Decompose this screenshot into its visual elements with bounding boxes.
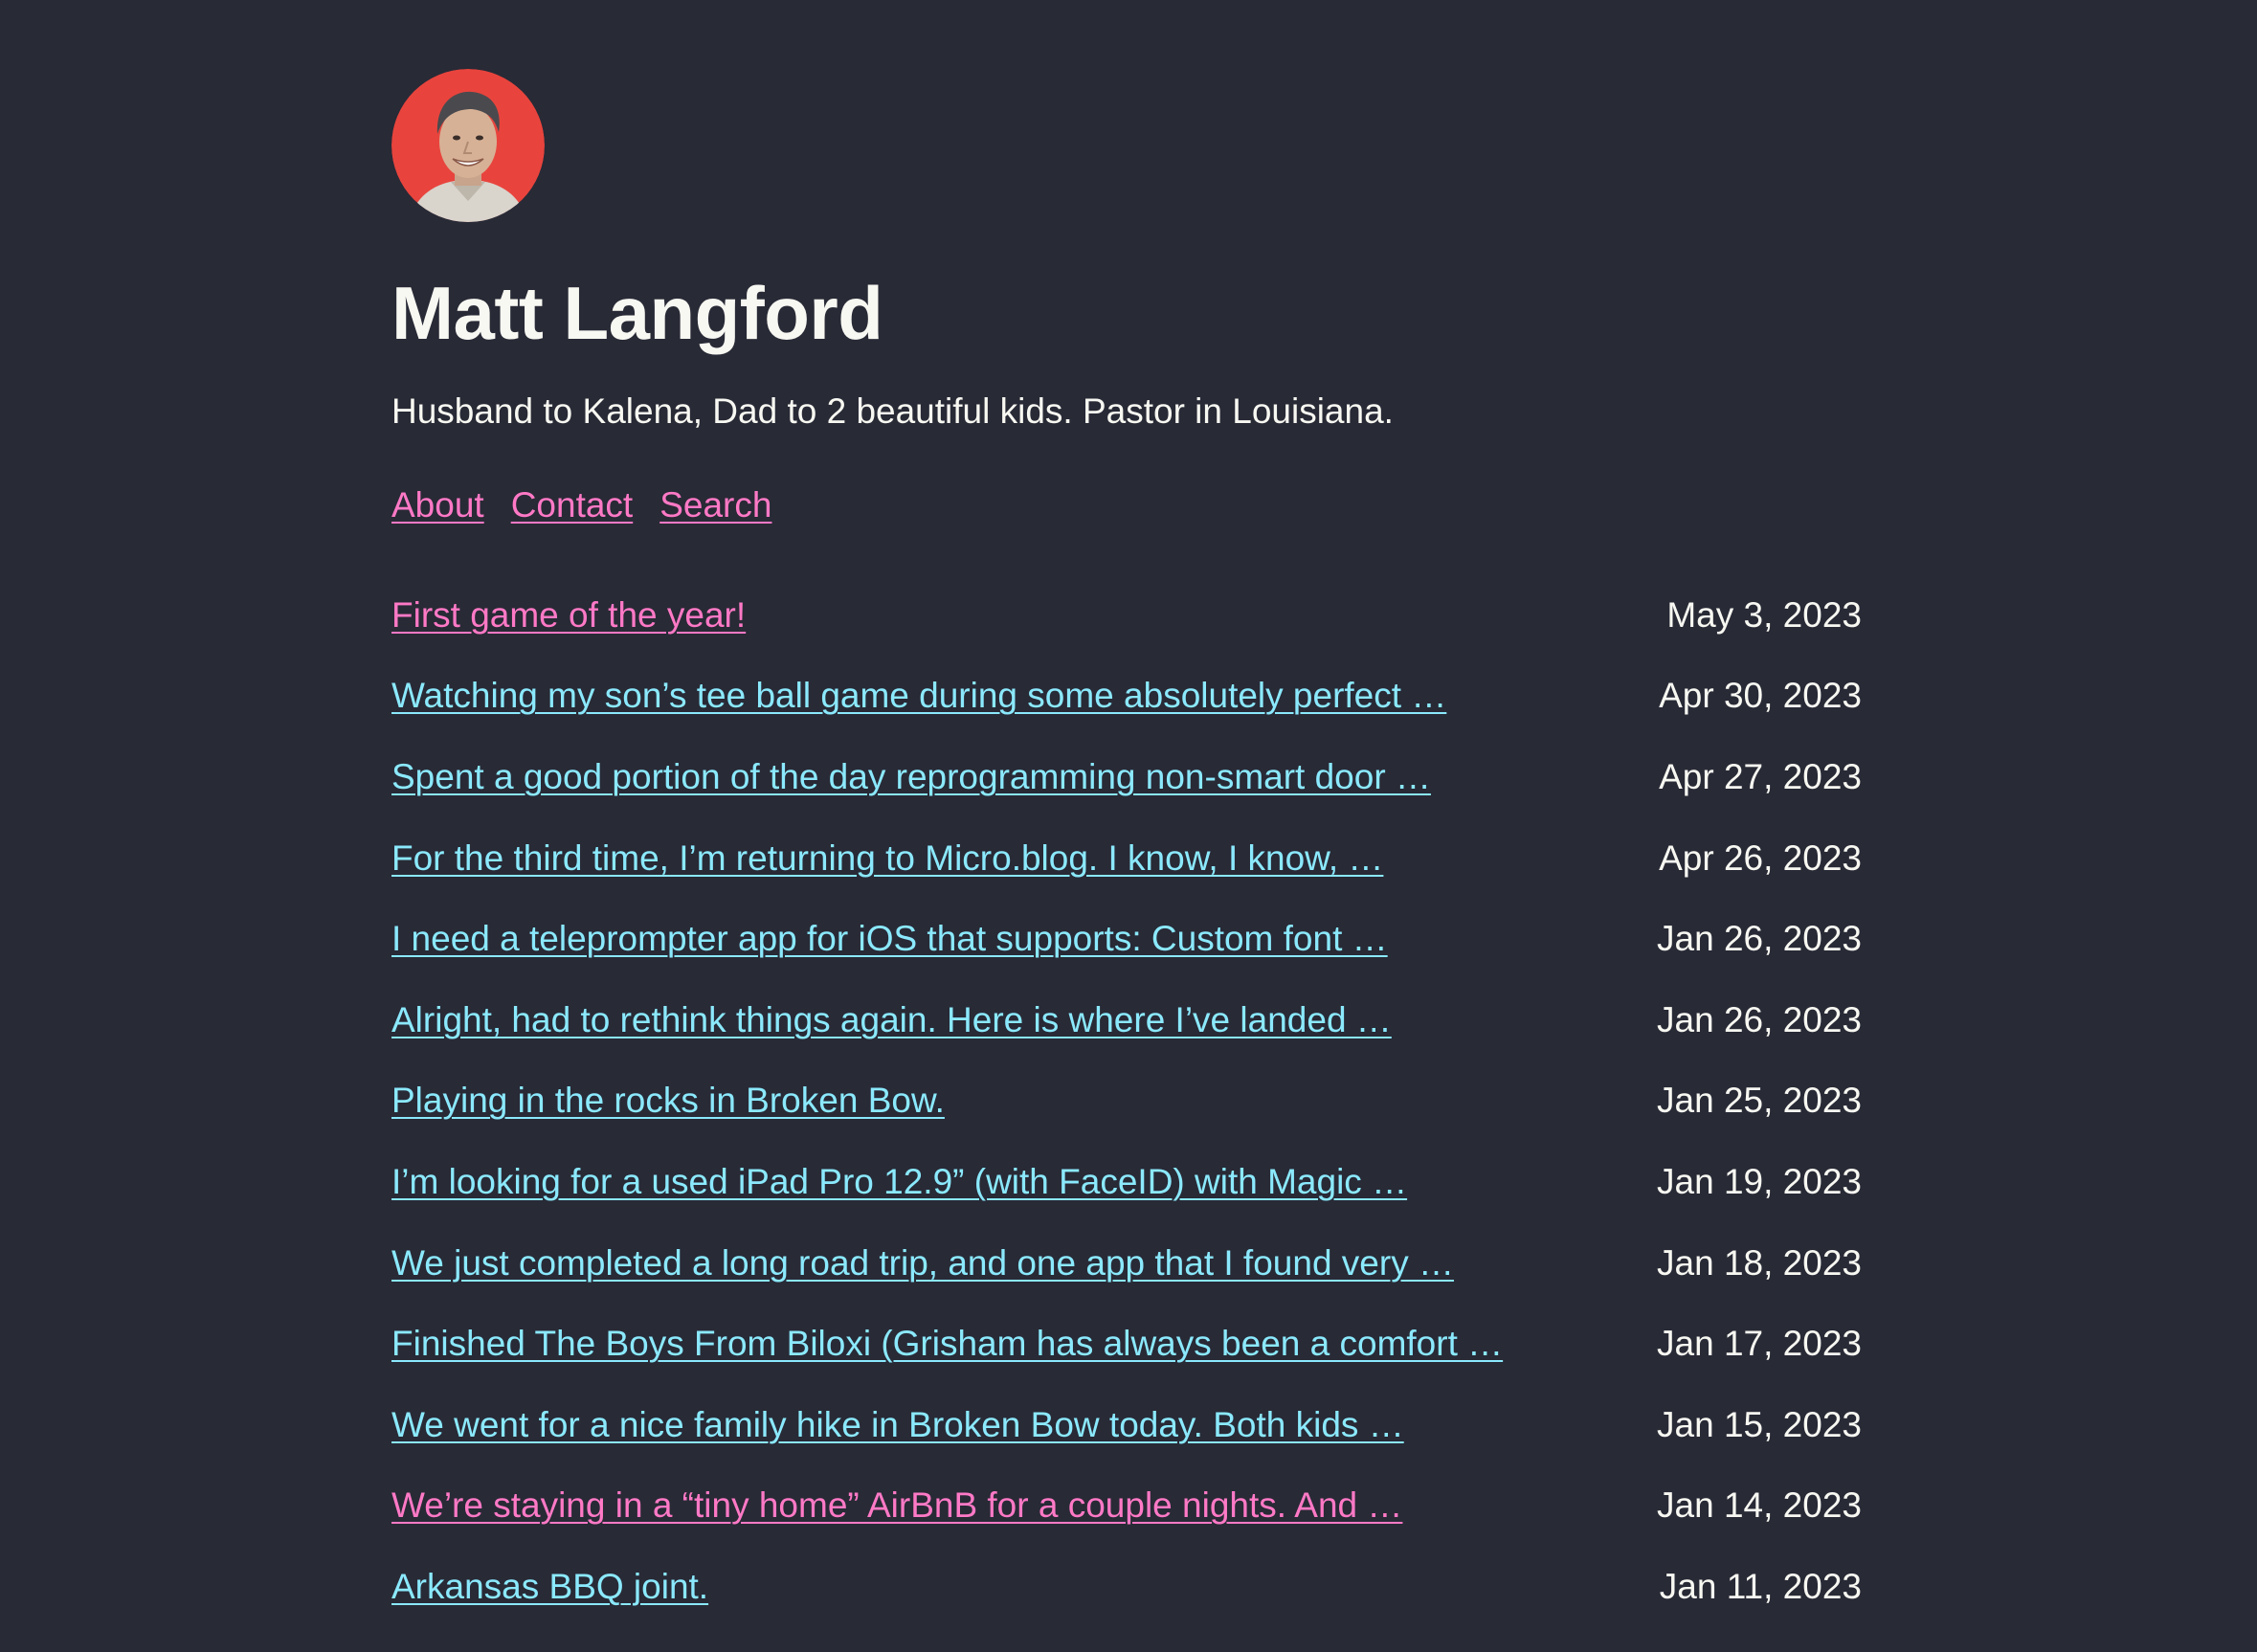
post-item: I’m looking for a used iPad Pro 12.9” (w… xyxy=(391,1161,1862,1242)
site-title[interactable]: Matt Langford xyxy=(391,276,1862,350)
post-date: Jan 25, 2023 xyxy=(1657,1081,1862,1121)
post-link[interactable]: First game of the year! xyxy=(391,594,746,636)
post-date: Apr 27, 2023 xyxy=(1659,756,1862,796)
post-item: Watching my son’s tee ball game during s… xyxy=(391,675,1862,756)
post-date: Apr 26, 2023 xyxy=(1659,837,1862,878)
post-date: Jan 26, 2023 xyxy=(1657,999,1862,1039)
main-nav: About Contact Search xyxy=(391,484,1862,526)
post-link[interactable]: Watching my son’s tee ball game during s… xyxy=(391,675,1446,717)
post-date: Jan 19, 2023 xyxy=(1657,1161,1862,1201)
nav-link-about[interactable]: About xyxy=(391,484,484,526)
post-item: I need a teleprompter app for iOS that s… xyxy=(391,918,1862,999)
post-link[interactable]: Arkansas BBQ joint. xyxy=(391,1566,708,1608)
post-item: We just completed a long road trip, and … xyxy=(391,1242,1862,1324)
post-link[interactable]: Spent a good portion of the day reprogra… xyxy=(391,756,1431,798)
post-item: We’re staying in a “tiny home” AirBnB fo… xyxy=(391,1485,1862,1566)
site-bio: Husband to Kalena, Dad to 2 beautiful ki… xyxy=(391,391,1394,431)
post-item: Finished The Boys From Biloxi (Grisham h… xyxy=(391,1323,1862,1404)
post-link[interactable]: For the third time, I’m returning to Mic… xyxy=(391,837,1383,880)
post-item: We went for a nice family hike in Broken… xyxy=(391,1404,1862,1485)
post-link[interactable]: I’m looking for a used iPad Pro 12.9” (w… xyxy=(391,1161,1407,1203)
nav-link-search[interactable]: Search xyxy=(659,484,771,526)
post-link[interactable]: We went for a nice family hike in Broken… xyxy=(391,1404,1404,1446)
post-date: Jan 26, 2023 xyxy=(1657,919,1862,959)
post-date: Jan 15, 2023 xyxy=(1657,1404,1862,1444)
post-link[interactable]: We just completed a long road trip, and … xyxy=(391,1242,1454,1284)
post-item: For the third time, I’m returning to Mic… xyxy=(391,837,1862,919)
post-link[interactable]: Playing in the rocks in Broken Bow. xyxy=(391,1080,945,1122)
post-link[interactable]: I need a teleprompter app for iOS that s… xyxy=(391,918,1388,960)
post-item: Arkansas BBQ joint. Jan 11, 2023 xyxy=(391,1566,1862,1647)
avatar-photo xyxy=(391,69,545,222)
post-link[interactable]: Alright, had to rethink things again. He… xyxy=(391,999,1392,1041)
post-link[interactable]: We’re staying in a “tiny home” AirBnB fo… xyxy=(391,1485,1402,1527)
post-item: Spent a good portion of the day reprogra… xyxy=(391,756,1862,837)
post-date: Apr 30, 2023 xyxy=(1659,676,1862,716)
post-date: Jan 14, 2023 xyxy=(1657,1485,1862,1526)
post-item: Playing in the rocks in Broken Bow. Jan … xyxy=(391,1080,1862,1161)
post-date: Jan 11, 2023 xyxy=(1659,1566,1862,1606)
post-item: First game of the year! May 3, 2023 xyxy=(391,594,1862,676)
avatar[interactable] xyxy=(391,69,545,222)
post-link[interactable]: Finished The Boys From Biloxi (Grisham h… xyxy=(391,1323,1503,1365)
page: Matt Langford Husband to Kalena, Dad to … xyxy=(0,0,2257,1652)
post-date: Jan 18, 2023 xyxy=(1657,1242,1862,1283)
post-date: Jan 17, 2023 xyxy=(1657,1324,1862,1364)
post-item: Alright, had to rethink things again. He… xyxy=(391,999,1862,1081)
nav-link-contact[interactable]: Contact xyxy=(511,484,634,526)
post-date: May 3, 2023 xyxy=(1666,594,1862,635)
post-list: First game of the year! May 3, 2023 Watc… xyxy=(391,594,1862,1647)
main-content: Matt Langford Husband to Kalena, Dad to … xyxy=(391,69,1862,1647)
